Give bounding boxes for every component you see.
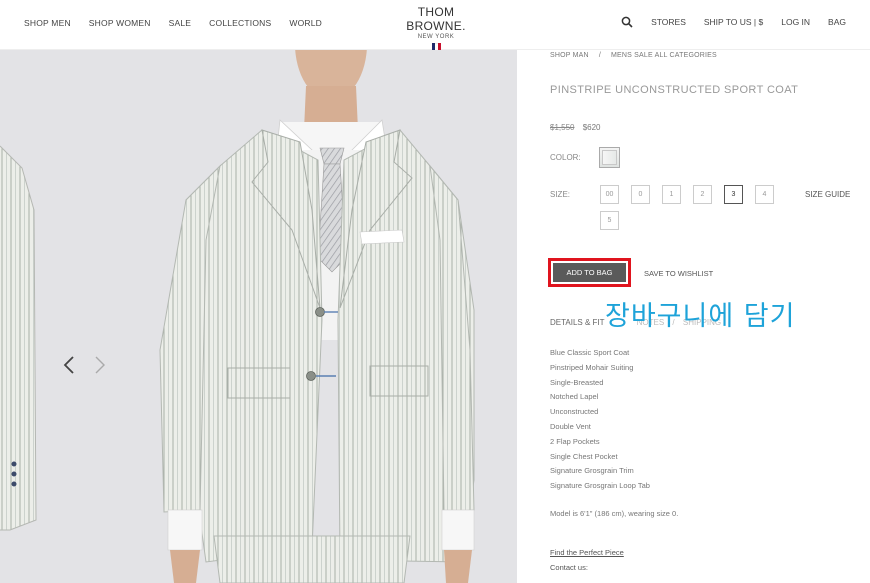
detail-item: Signature Grosgrain Trim [550,466,634,476]
tab-details-fit[interactable]: DETAILS & FIT [550,318,604,327]
detail-item: Unconstructed [550,407,599,417]
contact-us-label: Contact us: [550,563,588,572]
breadcrumb-mens-sale[interactable]: MENS SALE ALL CATEGORIES [611,52,717,59]
product-details-panel: SHOP MAN / MENS SALE ALL CATEGORIES PINSTR… [517,50,870,583]
detail-item: Double Vent [550,421,591,431]
size-label: SIZE: [550,190,571,199]
annotation-caption: 장바구니에 담기 [605,301,796,332]
size-option-2[interactable]: 2 [693,185,712,204]
size-option-1[interactable]: 1 [662,185,681,204]
save-to-wishlist-link[interactable]: SAVE TO WISHLIST [644,269,713,278]
breadcrumb: SHOP MAN / MENS SALE ALL CATEGORIES [550,52,717,59]
add-to-bag-button[interactable]: ADD TO BAG [553,263,626,282]
product-title: PINSTRIPE UNCONSTRUCTED SPORT COAT [550,84,799,96]
brand-logo[interactable]: THOM BROWNE. NEW YORK [390,5,482,52]
color-swatch[interactable] [599,147,620,168]
sale-price: $620 [582,123,601,132]
nav-shop-women[interactable]: SHOP WOMEN [89,18,151,28]
utility-nav: STORES SHIP TO US | $ LOG IN BAG [603,16,846,28]
next-image-arrow-icon[interactable] [93,355,107,375]
color-label: COLOR: [550,153,581,162]
size-guide-link[interactable]: SIZE GUIDE [805,190,850,199]
detail-item: Pinstriped Mohair Suiting [550,362,634,372]
nav-collections[interactable]: COLLECTIONS [209,18,271,28]
product-price: $1,550 $620 [550,123,601,132]
detail-item: Single-Breasted [550,377,604,387]
nav-bag[interactable]: BAG [828,17,846,27]
detail-item: Single Chest Pocket [550,451,618,461]
breadcrumb-separator: / [598,52,601,59]
size-option-4[interactable]: 4 [755,185,774,204]
product-details-list: Blue Classic Sport Coat Pinstriped Mohai… [550,346,650,494]
breadcrumb-shop-man[interactable]: SHOP MAN [550,52,589,59]
size-option-3[interactable]: 3 [724,185,743,204]
search-icon[interactable] [621,16,633,28]
product-image-gallery [0,50,517,583]
detail-item: Signature Grosgrain Loop Tab [550,481,650,491]
size-option-0[interactable]: 0 [631,185,650,204]
detail-item: Blue Classic Sport Coat [550,348,630,357]
previous-image-arrow-icon[interactable] [62,355,76,375]
detail-item: 2 Flap Pockets [550,436,600,446]
original-price: $1,550 [550,123,575,132]
site-header: SHOP MEN SHOP WOMEN SALE COLLECTIONS WOR… [0,0,870,52]
logo-wordmark: THOM BROWNE. [406,5,466,33]
size-option-5[interactable]: 5 [600,211,619,230]
detail-item: Notched Lapel [550,392,599,402]
add-to-bag-highlight: ADD TO BAG [548,258,631,287]
nav-sale[interactable]: SALE [169,18,192,28]
nav-log-in[interactable]: LOG IN [781,17,810,27]
logo-subtitle: NEW YORK [417,34,455,40]
find-perfect-piece-link[interactable]: Find the Perfect Piece [550,548,624,557]
model-size-note: Model is 6'1" (186 cm), wearing size 0. [550,509,679,518]
nav-stores[interactable]: STORES [651,17,686,27]
product-photo [0,50,475,583]
nav-world[interactable]: WORLD [289,18,322,28]
size-option-00[interactable]: 00 [600,185,619,204]
nav-ship-to[interactable]: SHIP TO US | $ [704,17,763,27]
primary-nav: SHOP MEN SHOP WOMEN SALE COLLECTIONS WOR… [24,18,340,28]
nav-shop-men[interactable]: SHOP MEN [24,18,71,28]
